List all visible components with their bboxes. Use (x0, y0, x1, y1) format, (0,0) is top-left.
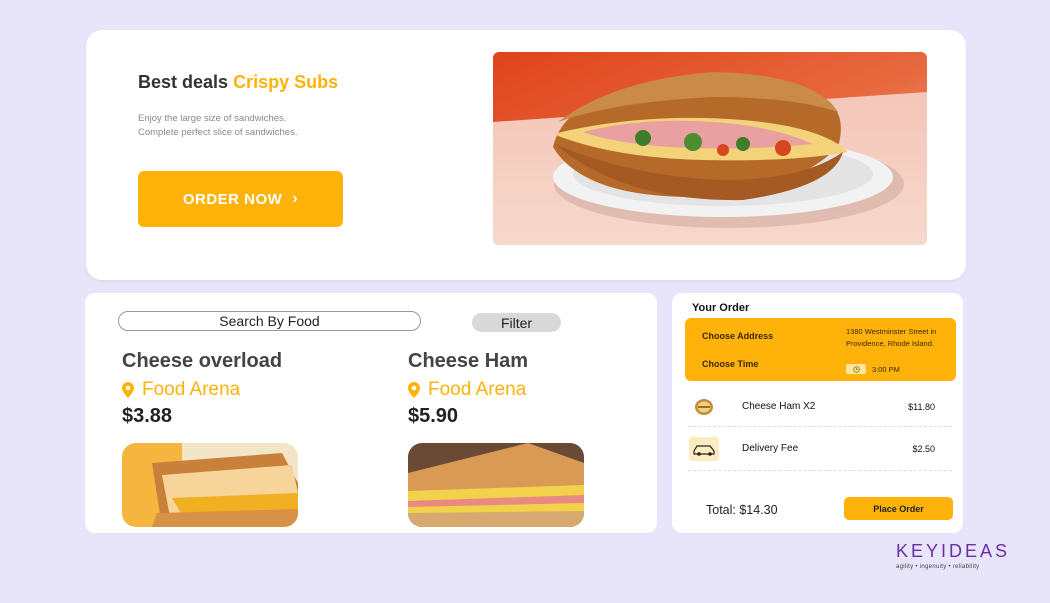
hero-title: Best deals Crispy Subs (138, 72, 338, 93)
choose-time-button[interactable]: Choose Time (702, 359, 758, 369)
food-price: $5.90 (408, 405, 459, 427)
choose-address-button[interactable]: Choose Address (702, 331, 773, 341)
food-image-cheese-ham[interactable] (408, 443, 584, 527)
hero-title-prefix: Best deals (138, 72, 229, 92)
clock-icon (846, 364, 866, 374)
food-price: $3.88 (122, 405, 173, 427)
filter-label: Filter (500, 314, 533, 331)
order-item-name: Delivery Fee (742, 443, 799, 454)
order-item-price: $11.80 (908, 401, 935, 412)
hero-card: Best deals Crispy Subs Enjoy the large s… (86, 30, 966, 280)
location-pin-icon (408, 382, 420, 398)
food-location: Food Arena (122, 379, 322, 401)
food-location: Food Arena (408, 379, 608, 401)
food-location-label: Food Arena (428, 379, 527, 400)
place-order-button[interactable]: Place Order (844, 497, 953, 520)
sandwich-icon (688, 398, 720, 416)
delivery-time-label: 3:00 PM (872, 364, 900, 374)
order-details-box: Choose Address Choose Time 1380 Westmins… (685, 318, 956, 381)
delivery-time: 3:00 PM (846, 364, 900, 374)
hero-sandwich-image (493, 52, 927, 245)
order-now-button[interactable]: ORDER NOW › (138, 171, 343, 227)
order-line-item: Delivery Fee $2.50 (688, 427, 952, 471)
food-item[interactable]: Cheese overload Food Arena $3.88 (122, 350, 322, 428)
hero-description: Enjoy the large size of sandwiches. Comp… (138, 112, 297, 140)
food-name: Cheese Ham (408, 350, 529, 372)
menu-card: Search By Food Filter Cheese overload Fo… (85, 293, 657, 533)
search-placeholder: Search By Food (219, 313, 320, 329)
brand-name: KEYIDEAS (896, 541, 1011, 561)
brand-logo: KEYIDEAS agility • ingenuity • reliabili… (896, 541, 1011, 570)
order-item-name: Cheese Ham X2 (742, 401, 816, 412)
food-item[interactable]: Cheese Ham Food Arena $5.90 (408, 350, 608, 428)
car-icon (688, 436, 720, 461)
order-now-label: ORDER NOW (182, 190, 283, 208)
search-input[interactable]: Search By Food (118, 311, 421, 331)
order-line-item: Cheese Ham X2 $11.80 (688, 387, 952, 427)
order-card: Your Order Choose Address Choose Time 13… (672, 293, 963, 533)
food-name: Cheese overload (122, 350, 283, 372)
hero-desc-line-2: Complete perfect slice of sandwiches. (138, 127, 298, 138)
location-pin-icon (122, 382, 134, 398)
filter-button[interactable]: Filter (472, 313, 561, 332)
delivery-address: 1380 Westminster Street in Providence, R… (846, 327, 937, 348)
hero-desc-line-1: Enjoy the large size of sandwiches. (138, 113, 287, 124)
order-total: Total: $14.30 (706, 503, 778, 517)
hero-title-accent: Crispy Subs (233, 72, 339, 92)
food-image-cheese-overload[interactable] (122, 443, 298, 527)
food-location-label: Food Arena (142, 379, 241, 400)
brand-tagline: agility • ingenuity • reliability (896, 564, 980, 570)
order-item-price: $2.50 (912, 443, 935, 454)
chevron-right-icon: › (292, 190, 299, 207)
order-title: Your Order (692, 302, 750, 314)
